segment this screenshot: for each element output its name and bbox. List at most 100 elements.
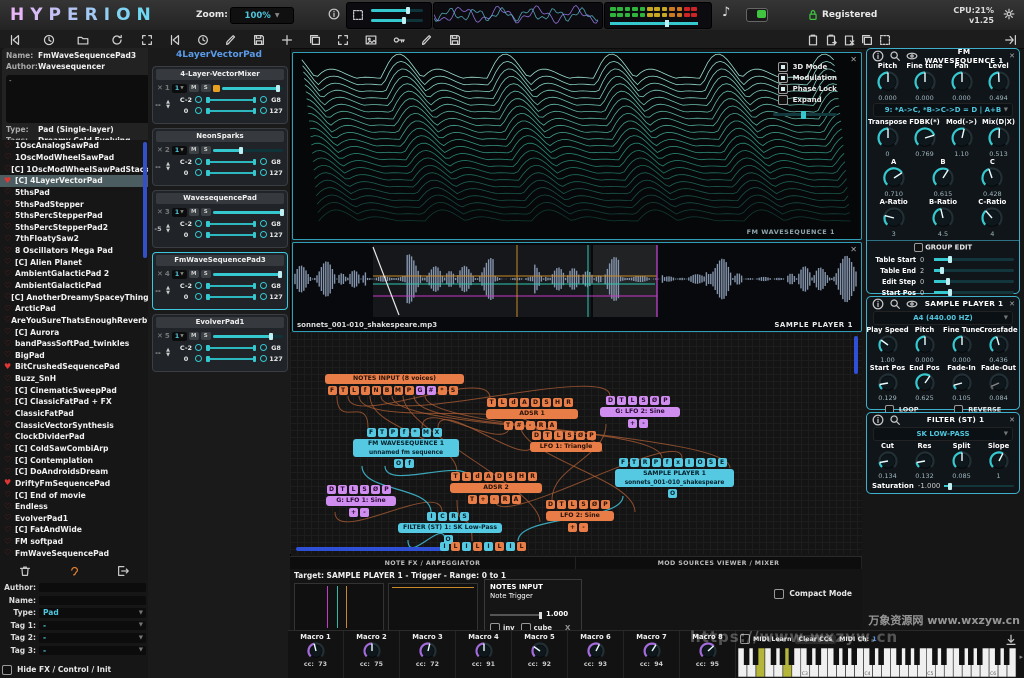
port-t[interactable]: T: [557, 500, 566, 509]
port-f[interactable]: F: [328, 386, 337, 395]
close-icon[interactable]: ✕: [850, 55, 857, 64]
modulation-node-graph[interactable]: NOTES INPUT (8 voices)FTLfNBMPG#*STLdADS…: [290, 332, 862, 554]
port-d[interactable]: d: [473, 472, 482, 481]
compact-mode-toggle[interactable]: Compact Mode: [774, 583, 852, 602]
port-s[interactable]: S: [449, 386, 458, 395]
macro-macro-2[interactable]: Macro 2 cc: 75: [344, 631, 400, 678]
layer-transpose-down[interactable]: ▼: [166, 291, 170, 297]
preset-item[interactable]: ♡ [C] CinematicSweepPad: [0, 384, 148, 396]
close-icon[interactable]: ✕: [1009, 300, 1015, 308]
port-f[interactable]: f: [405, 459, 414, 468]
layer-title[interactable]: EvolverPad1: [156, 317, 284, 328]
key-range-slider[interactable]: [204, 344, 258, 351]
port-r[interactable]: R: [528, 472, 537, 481]
knob-pitch[interactable]: Pitch 0.000: [870, 62, 906, 102]
port-f[interactable]: f: [400, 428, 409, 437]
port-i[interactable]: I: [506, 542, 515, 551]
preset-item[interactable]: ♡ ClockDividerPad: [0, 431, 148, 443]
knob-slope[interactable]: Slope 1: [981, 442, 1017, 480]
favorite-heart-icon[interactable]: ♡: [4, 421, 15, 429]
port-p[interactable]: P: [652, 458, 661, 467]
port-h[interactable]: H: [553, 398, 562, 407]
export-icon[interactable]: [116, 564, 130, 578]
knob-c-ratio[interactable]: C-Ratio 4: [974, 198, 1010, 238]
compact-mode-checkbox[interactable]: [774, 589, 784, 599]
filter-tag2-select[interactable]: -▼: [39, 633, 146, 643]
layer-voice-select[interactable]: 1▼: [172, 208, 187, 217]
favorite-heart-icon[interactable]: ♡: [4, 153, 15, 161]
layer-volume-slider[interactable]: [213, 335, 283, 338]
notes-input-mod-box[interactable]: NOTES INPUT Note Trigger 1.000 inv cube …: [484, 579, 582, 631]
layer-mute-button[interactable]: M: [189, 270, 199, 278]
favorite-heart-icon[interactable]: ♡: [4, 503, 15, 511]
piano-keyboard[interactable]: C3C4C5C6: [738, 648, 1018, 678]
preset-item[interactable]: ♡ FmWaveSequencePad: [0, 547, 148, 559]
filter-mode-select[interactable]: SK LOW-PASS▼: [873, 427, 1013, 441]
preset-item[interactable]: ♡ ArcticPad: [0, 303, 148, 315]
port-#[interactable]: #: [427, 386, 436, 395]
favorite-heart-icon[interactable]: ♡: [4, 456, 15, 464]
port-t[interactable]: T: [378, 428, 387, 437]
port-ø[interactable]: Ø: [576, 431, 585, 440]
fullscreen-icon[interactable]: [336, 32, 350, 46]
preset-item[interactable]: ♡ 5thsPercStepperPad: [0, 210, 148, 222]
port-s[interactable]: S: [360, 485, 369, 494]
folder-icon[interactable]: [76, 32, 90, 46]
layer-mute-button[interactable]: M: [189, 208, 199, 216]
knob-b[interactable]: B 0.615: [925, 158, 961, 198]
row-slider[interactable]: [934, 269, 1014, 272]
layer-solo-button[interactable]: S: [201, 84, 211, 92]
option-checkbox[interactable]: [778, 73, 788, 83]
knob-a[interactable]: A 0.710: [876, 158, 912, 198]
favorite-heart-icon[interactable]: ♡: [4, 549, 15, 557]
grid-select-icon[interactable]: [878, 32, 892, 46]
layer-card-evolverpad1[interactable]: EvolverPad1 ✕ 5 1▼ M S -- ▲▼ C-2: [152, 314, 288, 372]
port-ø[interactable]: Ø: [371, 485, 380, 494]
row-slider[interactable]: [934, 280, 1014, 283]
layer-solo-button[interactable]: S: [201, 146, 211, 154]
favorite-heart-icon[interactable]: ♡: [4, 375, 15, 383]
key-high-handle[interactable]: [260, 96, 267, 103]
layer-title[interactable]: NeonSparks: [156, 131, 284, 142]
port-+[interactable]: +: [568, 523, 577, 532]
favorite-heart-icon[interactable]: ♡: [4, 282, 15, 290]
eye-icon[interactable]: [905, 49, 919, 63]
preset-item[interactable]: ♡ Endless: [0, 501, 148, 513]
magnifier-icon[interactable]: [888, 413, 902, 427]
port-s[interactable]: S: [707, 458, 716, 467]
port-r[interactable]: R: [641, 458, 650, 467]
node-adsr-1[interactable]: ADSR 1: [486, 409, 578, 419]
port-f[interactable]: F: [367, 428, 376, 437]
graph-hscrollbar[interactable]: [296, 547, 442, 551]
save-layer-icon[interactable]: [448, 32, 462, 46]
port-s[interactable]: S: [542, 398, 551, 407]
macro-macro-7[interactable]: Macro 7 cc: 94: [624, 631, 680, 678]
preset-item[interactable]: ♡ bandPassSoftPad_twinkles: [0, 338, 148, 350]
port-d[interactable]: D: [495, 472, 504, 481]
view-option-phase-lock[interactable]: Phase Lock: [778, 83, 837, 94]
layer-title[interactable]: WavesequencePad: [156, 193, 284, 204]
knob-fine-tune[interactable]: Fine Tune 0.000: [944, 326, 980, 364]
port-m[interactable]: M: [394, 386, 403, 395]
filter-type-select[interactable]: Pad▼: [39, 608, 146, 618]
port-t[interactable]: T: [338, 485, 347, 494]
port-p[interactable]: P: [661, 396, 670, 405]
vel-high-handle[interactable]: [260, 169, 267, 176]
graph-vscrollbar[interactable]: [854, 336, 858, 374]
favorite-heart-icon[interactable]: ♡: [4, 386, 15, 394]
key-range-slider[interactable]: [204, 220, 258, 227]
port-i[interactable]: I: [440, 542, 449, 551]
port-d[interactable]: D: [327, 485, 336, 494]
knob-transpose[interactable]: Transpose 0: [870, 118, 906, 158]
layer-mute-button[interactable]: M: [189, 146, 199, 154]
preset-item[interactable]: ♡ [C] ClassicFatPad + FX: [0, 396, 148, 408]
port-d[interactable]: D: [606, 396, 615, 405]
clipboard-paste-icon[interactable]: [806, 32, 820, 46]
knob-cut[interactable]: Cut 0.134: [870, 442, 906, 480]
favorite-heart-icon[interactable]: ♡: [4, 444, 15, 452]
port-#[interactable]: #: [515, 421, 524, 430]
fm-algorithm-select[interactable]: 9: *A->C, *B->C->D = D | A+B▼: [873, 103, 1013, 117]
port-r[interactable]: R: [501, 495, 510, 504]
mod-source-display-2[interactable]: [388, 583, 478, 631]
option-checkbox[interactable]: [778, 62, 788, 72]
